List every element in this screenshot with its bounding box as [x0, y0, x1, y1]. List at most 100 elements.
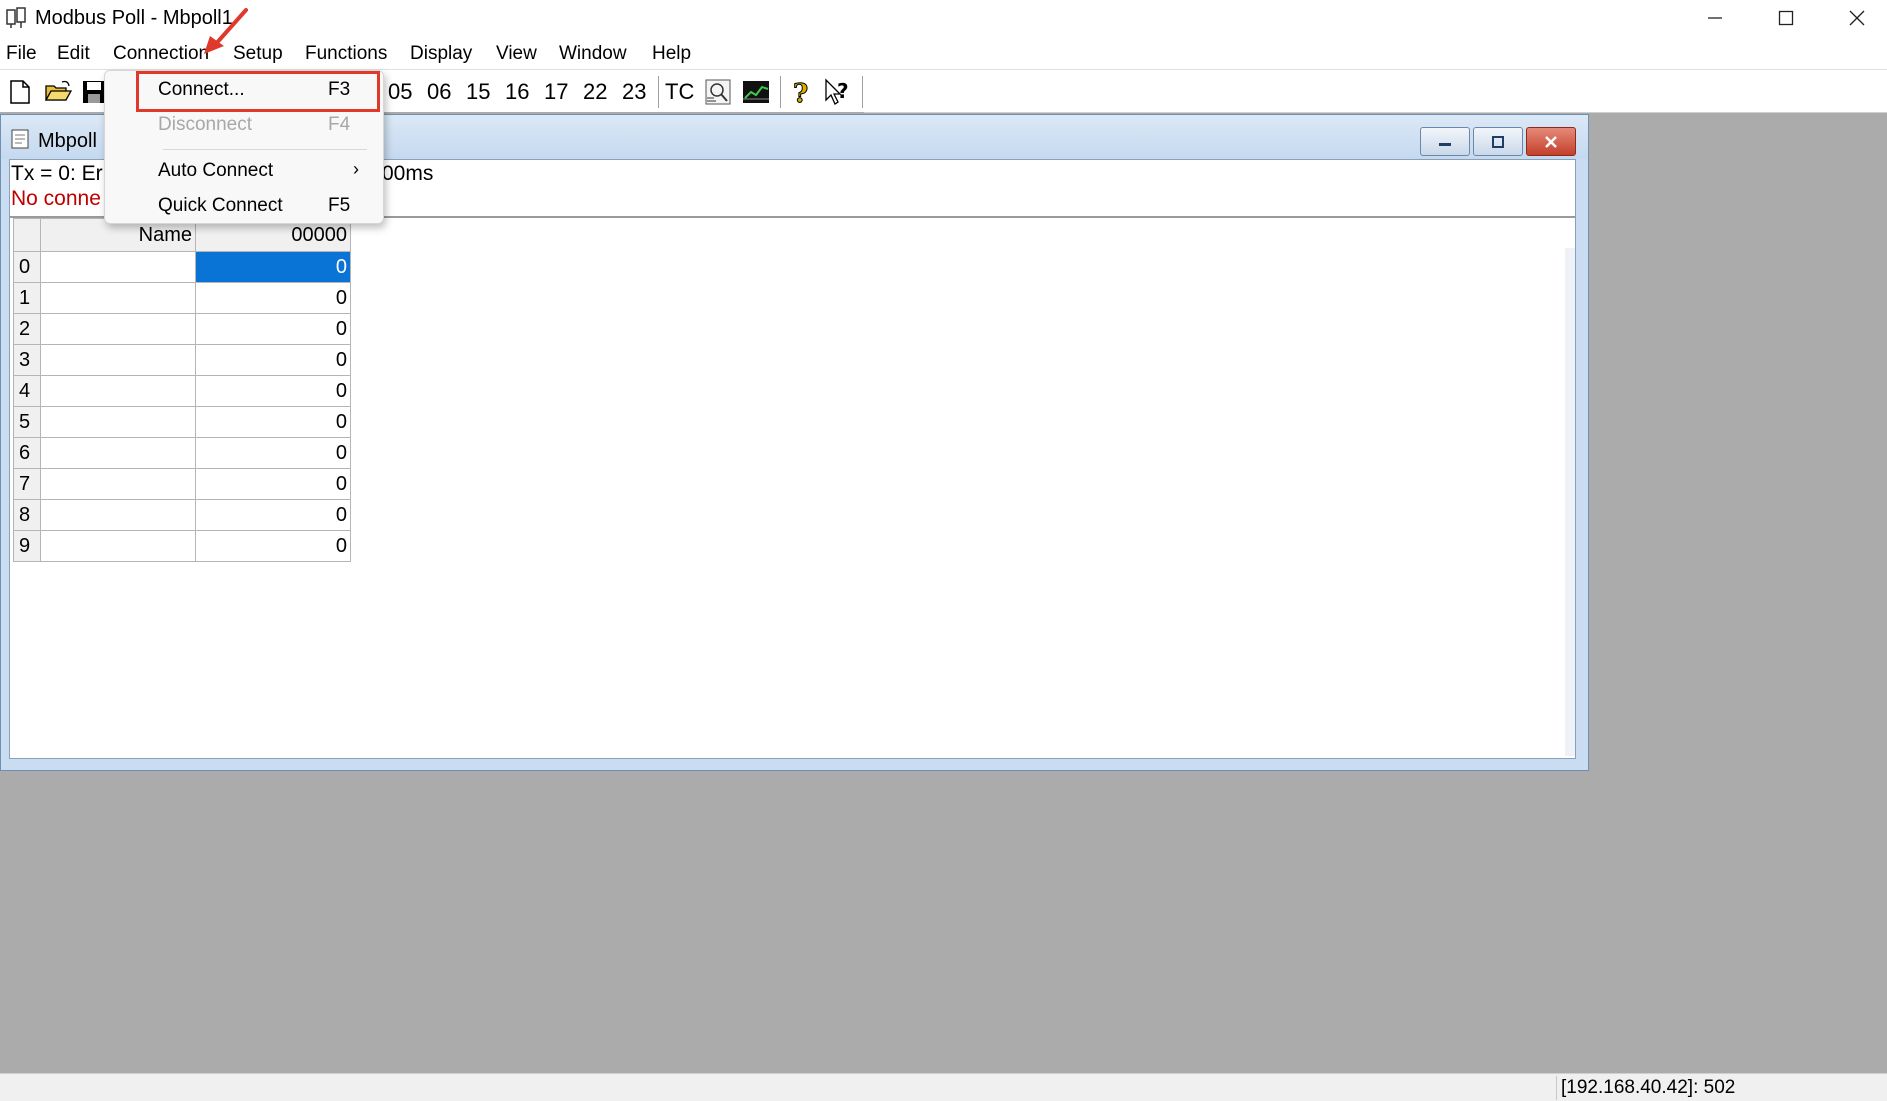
- name-cell[interactable]: [40, 406, 196, 438]
- modbus-app-icon: [6, 7, 26, 28]
- value-cell[interactable]: 0: [195, 313, 351, 345]
- row-index[interactable]: 3: [13, 344, 41, 376]
- status-bar: [192.168.40.42]: 502: [0, 1073, 1887, 1101]
- menu-connection[interactable]: Connection: [111, 42, 211, 66]
- table-row: 70: [13, 468, 351, 500]
- row-index[interactable]: 2: [13, 313, 41, 345]
- value-cell[interactable]: 0: [195, 468, 351, 500]
- row-index[interactable]: 9: [13, 530, 41, 562]
- maximize-icon: [1778, 10, 1794, 26]
- menu-item-label: Auto Connect: [158, 160, 274, 181]
- register-grid: Name 00000 00102030405060708090: [13, 218, 351, 562]
- value-cell[interactable]: 0: [195, 251, 351, 283]
- name-cell[interactable]: [40, 468, 196, 500]
- close-icon: [1545, 135, 1557, 148]
- value-cell[interactable]: 0: [195, 375, 351, 407]
- context-help-icon[interactable]: ?: [824, 78, 852, 106]
- value-cell[interactable]: 0: [195, 344, 351, 376]
- child-minimize-button[interactable]: [1420, 127, 1470, 156]
- table-row: 10: [13, 282, 351, 314]
- name-cell[interactable]: [40, 344, 196, 376]
- menu-view[interactable]: View: [494, 42, 539, 66]
- menu-item-auto-connect[interactable]: Auto Connect ›: [105, 154, 383, 188]
- menu-edit[interactable]: Edit: [55, 42, 92, 66]
- annotation-arrow-icon: [204, 8, 248, 54]
- communication-traffic-icon[interactable]: [704, 78, 732, 106]
- name-cell[interactable]: [40, 499, 196, 531]
- fc-17-button[interactable]: 17: [544, 79, 568, 105]
- connection-address-text: [192.168.40.42]: 502: [1561, 1077, 1736, 1098]
- table-row: 40: [13, 375, 351, 407]
- value-cell[interactable]: 0: [195, 437, 351, 469]
- table-row: 50: [13, 406, 351, 438]
- value-cell[interactable]: 0: [195, 499, 351, 531]
- name-cell[interactable]: [40, 313, 196, 345]
- new-file-icon[interactable]: [6, 78, 34, 106]
- row-index[interactable]: 6: [13, 437, 41, 469]
- status-pane-address: [192.168.40.42]: 502: [1556, 1076, 1885, 1100]
- row-index[interactable]: 4: [13, 375, 41, 407]
- value-cell[interactable]: 0: [195, 530, 351, 562]
- menu-window[interactable]: Window: [557, 42, 629, 66]
- menu-functions[interactable]: Functions: [303, 42, 389, 66]
- tx-status-text: Tx = 0: Er: [11, 162, 103, 185]
- toolbar-separator: [658, 76, 659, 108]
- name-cell[interactable]: [40, 251, 196, 283]
- close-icon: [1849, 10, 1865, 26]
- name-cell[interactable]: [40, 282, 196, 314]
- table-row: 20: [13, 313, 351, 345]
- child-window-title: Mbpoll: [38, 130, 97, 152]
- fc-06-button[interactable]: 06: [427, 79, 451, 105]
- fc-16-button[interactable]: 16: [505, 79, 529, 105]
- name-cell[interactable]: [40, 530, 196, 562]
- menu-item-shortcut: F4: [328, 114, 351, 135]
- menu-file[interactable]: File: [4, 42, 39, 66]
- tc-button[interactable]: TC: [665, 79, 694, 105]
- document-icon: [11, 129, 29, 149]
- menu-item-label: Disconnect: [158, 114, 252, 135]
- child-close-button[interactable]: [1526, 127, 1576, 156]
- submenu-arrow-icon: ›: [353, 159, 359, 179]
- menu-help[interactable]: Help: [650, 42, 693, 66]
- menu-bar: File Edit Connection Setup Functions Dis…: [0, 36, 1887, 70]
- child-restore-button[interactable]: [1473, 127, 1523, 156]
- menu-separator: [163, 149, 367, 150]
- maximize-button[interactable]: [1751, 0, 1821, 36]
- value-cell[interactable]: 0: [195, 282, 351, 314]
- fc-22-button[interactable]: 22: [583, 79, 607, 105]
- toolbar-separator: [780, 76, 781, 108]
- row-index[interactable]: 7: [13, 468, 41, 500]
- table-row: 80: [13, 499, 351, 531]
- menu-item-label: Quick Connect: [158, 195, 283, 216]
- open-folder-icon[interactable]: [44, 78, 72, 106]
- row-index[interactable]: 5: [13, 406, 41, 438]
- table-row: 90: [13, 530, 351, 562]
- value-cell[interactable]: 0: [195, 406, 351, 438]
- minimize-button[interactable]: [1680, 0, 1750, 36]
- menu-item-quick-connect[interactable]: Quick Connect F5: [105, 189, 383, 223]
- fc-15-button[interactable]: 15: [466, 79, 490, 105]
- row-index[interactable]: 1: [13, 282, 41, 314]
- annotation-highlight-box: [136, 71, 380, 112]
- name-cell[interactable]: [40, 375, 196, 407]
- restore-icon: [1492, 135, 1504, 148]
- fc-05-button[interactable]: 05: [388, 79, 412, 105]
- menu-item-disconnect: Disconnect F4: [105, 108, 383, 142]
- table-row: 00: [13, 251, 351, 283]
- title-bar: Modbus Poll - Mbpoll1: [0, 0, 1887, 36]
- child-client-area: Tx = 0: Er 00ms No conne Name 00000 0010…: [9, 159, 1576, 759]
- help-icon[interactable]: ?: [788, 78, 816, 107]
- table-row: 30: [13, 344, 351, 376]
- fc-23-button[interactable]: 23: [622, 79, 646, 105]
- close-button[interactable]: [1822, 0, 1887, 36]
- name-cell[interactable]: [40, 437, 196, 469]
- toolbar-separator: [862, 76, 863, 108]
- connection-error-text: No conne: [11, 187, 101, 210]
- grid-corner: [13, 218, 41, 252]
- vertical-scrollbar[interactable]: [1565, 248, 1575, 756]
- row-index[interactable]: 0: [13, 251, 41, 283]
- tx-status-text-tail: 00ms: [382, 162, 434, 185]
- row-index[interactable]: 8: [13, 499, 41, 531]
- menu-display[interactable]: Display: [408, 42, 474, 66]
- chart-icon[interactable]: [742, 78, 770, 106]
